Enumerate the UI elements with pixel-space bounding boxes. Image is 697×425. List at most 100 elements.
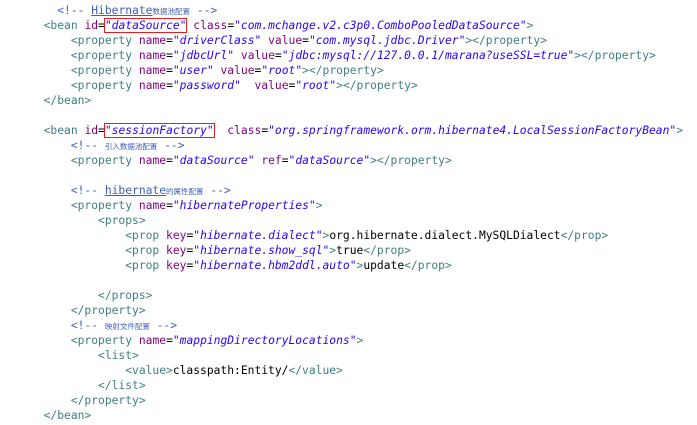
tag-token: <property xyxy=(70,199,133,212)
tag-token: ></property> xyxy=(302,64,384,77)
code-line[interactable]: <!-- Hibernate数据池配置 --> xyxy=(30,3,217,18)
attribute-name-token: name xyxy=(138,34,167,47)
equals-token: = xyxy=(98,124,105,137)
tag-token: <property xyxy=(70,334,133,347)
code-line[interactable]: <!-- 映射文件配置 --> xyxy=(30,318,177,333)
code-line[interactable]: <props> xyxy=(30,213,146,228)
tag-token: <property xyxy=(70,64,133,77)
xml-editor[interactable]: <!-- Hibernate数据池配置 --> <bean id="dataSo… xyxy=(0,0,697,425)
code-line[interactable]: <prop key="hibernate.show_sql">true</pro… xyxy=(30,243,411,258)
attribute-value-token: "jdbc:mysql://127.0.0.1/marana?useSSL=tr… xyxy=(281,49,575,62)
equals-token: = xyxy=(166,154,173,167)
tag-token: > xyxy=(315,199,323,212)
text-token: classpath:Entity/ xyxy=(172,364,289,377)
attribute-name-token: value xyxy=(254,79,289,92)
code-line[interactable]: <bean id="sessionFactory" class="org.spr… xyxy=(30,123,683,138)
comment-cjk-token: 的属性配置 xyxy=(166,187,204,196)
attribute-name-token: value xyxy=(240,49,275,62)
attribute-name-token: name xyxy=(138,49,167,62)
attribute-value-token: "hibernate.dialect" xyxy=(193,229,323,242)
code-line[interactable]: <property name="hibernateProperties"> xyxy=(30,198,323,213)
attribute-value-token: "jdbcUrl" xyxy=(172,49,235,62)
tag-token: <property xyxy=(70,34,133,47)
equals-token: = xyxy=(166,64,173,77)
tag-token: </value> xyxy=(288,364,343,377)
tag-token: ></property> xyxy=(574,49,656,62)
attribute-value-token: "hibernate.hbm2ddl.auto" xyxy=(193,259,357,272)
attribute-name-token: id xyxy=(84,124,99,137)
attribute-name-token: name xyxy=(138,334,167,347)
text-token: true xyxy=(336,244,364,257)
comment-token: --> xyxy=(189,4,218,17)
attribute-name-token: value xyxy=(268,34,303,47)
code-line[interactable]: <!-- hibernate的属性配置 --> xyxy=(30,183,231,198)
text-token: update xyxy=(363,259,405,272)
code-line[interactable]: </bean> xyxy=(30,408,92,423)
attribute-name-token: ref xyxy=(261,154,282,167)
tag-token: <list> xyxy=(98,349,139,362)
code-line[interactable]: <list> xyxy=(30,348,139,363)
highlighted-attribute-value: "dataSource" xyxy=(103,18,188,33)
comment-cjk-token: 映射文件配置 xyxy=(104,322,150,331)
tag-token: > xyxy=(676,124,684,137)
code-line[interactable]: <property name="dataSource" ref="dataSou… xyxy=(30,153,452,168)
code-line[interactable]: </property> xyxy=(30,393,146,408)
code-line[interactable]: <!-- 引入数据池配置 --> xyxy=(30,138,185,153)
comment-token: --> xyxy=(149,319,178,332)
attribute-name-token: key xyxy=(166,259,187,272)
equals-token: = xyxy=(302,34,309,47)
highlighted-attribute-value: "sessionFactory" xyxy=(103,123,215,138)
comment-keyword-token: Hibernate xyxy=(91,4,153,17)
comment-token: <!-- xyxy=(57,4,92,17)
attribute-value-token: "root" xyxy=(261,64,303,77)
equals-token: = xyxy=(166,199,173,212)
equals-token: = xyxy=(281,154,289,167)
code-line[interactable]: <bean id="dataSource" class="com.mchange… xyxy=(30,18,533,33)
code-line[interactable]: </property> xyxy=(30,303,146,318)
code-line[interactable]: <property name="user" value="root"></pro… xyxy=(30,63,384,78)
tag-token: <prop xyxy=(125,229,160,242)
attribute-name-token: name xyxy=(138,199,167,212)
code-line[interactable]: </list> xyxy=(30,378,146,393)
equals-token: = xyxy=(98,19,105,32)
attribute-name-token: name xyxy=(138,79,167,92)
code-line[interactable]: <property name="jdbcUrl" value="jdbc:mys… xyxy=(30,48,656,63)
tag-token: <property xyxy=(70,154,133,167)
editor-gutter xyxy=(0,0,30,425)
code-line[interactable]: <property name="mappingDirectoryLocation… xyxy=(30,333,364,348)
tag-token: </prop> xyxy=(404,259,452,272)
comment-token: <!-- xyxy=(70,319,105,332)
code-line[interactable]: </props> xyxy=(30,288,152,303)
code-line[interactable]: <property name="driverClass" value="com.… xyxy=(30,33,547,48)
text-token: org.hibernate.dialect.MySQLDialect xyxy=(329,229,561,242)
attribute-value-token: "com.mchange.v2.c3p0.ComboPooledDataSour… xyxy=(234,19,527,32)
code-line[interactable]: <value>classpath:Entity/</value> xyxy=(30,363,343,378)
code-line[interactable]: <property name="password" value="root"><… xyxy=(30,78,418,93)
code-line[interactable]: <prop key="hibernate.dialect">org.hibern… xyxy=(30,228,608,243)
attribute-name-token: id xyxy=(84,19,99,32)
code-line[interactable]: <prop key="hibernate.hbm2ddl.auto">updat… xyxy=(30,258,452,273)
code-line[interactable]: </bean> xyxy=(30,93,92,108)
tag-token: ></property> xyxy=(465,34,547,47)
tag-token: </list> xyxy=(98,379,146,392)
tag-token: ></property> xyxy=(336,79,418,92)
